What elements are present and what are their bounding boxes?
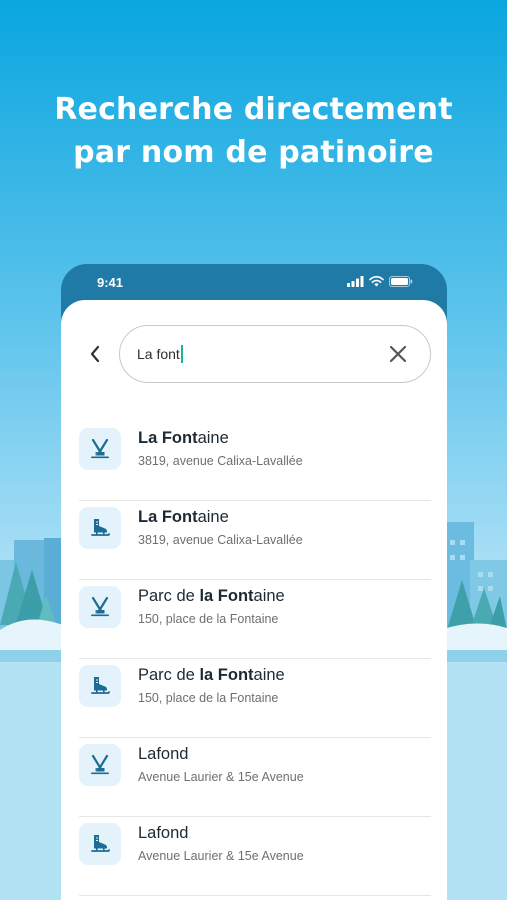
headline-line-1: Recherche directement [54,92,453,127]
status-bar: 9:41 [61,264,447,302]
rink-name: La Fontaine [138,429,229,448]
rink-name-match: la Font [199,587,254,605]
rink-name-prefix: Lafond [138,824,189,842]
rink-address: Avenue Laurier & 15e Avenue [138,770,304,784]
rink-name-suffix: aine [253,666,285,684]
list-item[interactable]: La Fontaine 3819, avenue Calixa-Lavallée [79,422,431,501]
rink-name-match: La Font [138,508,198,526]
rink-type-badge [79,665,121,707]
skate-icon [91,519,110,536]
headline: Recherche directement par nom de patinoi… [0,88,507,174]
back-button[interactable] [83,342,107,366]
rink-name-suffix: aine [253,587,285,605]
rink-name: Lafond [138,745,188,764]
rink-type-badge [79,586,121,628]
skate-icon [91,677,110,694]
list-item[interactable]: La Fontaine 3819, avenue Calixa-Lavallée [79,501,431,580]
rink-name-suffix: aine [197,508,229,526]
chevron-left-icon [90,345,100,363]
list-item[interactable]: Lafond Avenue Laurier & 15e Avenue [79,817,431,896]
battery-icon [389,276,413,287]
search-screen: La font La Fontaine 3819, avenue Calixa-… [61,300,447,900]
list-item[interactable]: Parc de la Fontaine 150, place de la Fon… [79,659,431,738]
close-icon[interactable] [388,344,408,364]
divider [79,895,431,896]
hockey-sticks-icon [91,754,109,775]
search-input[interactable]: La font [119,325,431,383]
list-item[interactable]: Parc de la Fontaine 150, place de la Fon… [79,580,431,659]
rink-address: Avenue Laurier & 15e Avenue [138,849,304,863]
headline-line-2: par nom de patinoire [73,135,434,170]
status-time: 9:41 [97,275,124,290]
rink-address: 3819, avenue Calixa-Lavallée [138,533,303,547]
rink-name-match: La Font [138,429,198,447]
rink-address: 150, place de la Fontaine [138,612,279,626]
search-input-value: La font [137,346,180,362]
rink-name-suffix: aine [197,429,229,447]
skate-icon [91,835,110,852]
rink-name-prefix: Lafond [138,745,189,763]
rink-name-match: la Font [199,666,254,684]
rink-name: Parc de la Fontaine [138,666,285,685]
rink-type-badge [79,507,121,549]
phone-frame: 9:41 La font La Fontaine 3819, avenue Ca… [61,264,447,900]
rink-name: La Fontaine [138,508,229,527]
rink-type-badge [79,744,121,786]
list-item[interactable]: Lafond Avenue Laurier & 15e Avenue [79,738,431,817]
hockey-sticks-icon [91,438,109,459]
text-cursor [180,345,183,363]
rink-type-badge [79,823,121,865]
signal-icon [347,276,364,287]
rink-address: 150, place de la Fontaine [138,691,279,705]
rink-name: Lafond [138,824,188,843]
hockey-sticks-icon [91,596,109,617]
results-list: La Fontaine 3819, avenue Calixa-Lavallée… [79,422,431,896]
rink-name: Parc de la Fontaine [138,587,285,606]
rink-name-prefix: Parc de [138,666,200,684]
rink-name-prefix: Parc de [138,587,200,605]
rink-address: 3819, avenue Calixa-Lavallée [138,454,303,468]
rink-type-badge [79,428,121,470]
wifi-icon [369,276,384,287]
